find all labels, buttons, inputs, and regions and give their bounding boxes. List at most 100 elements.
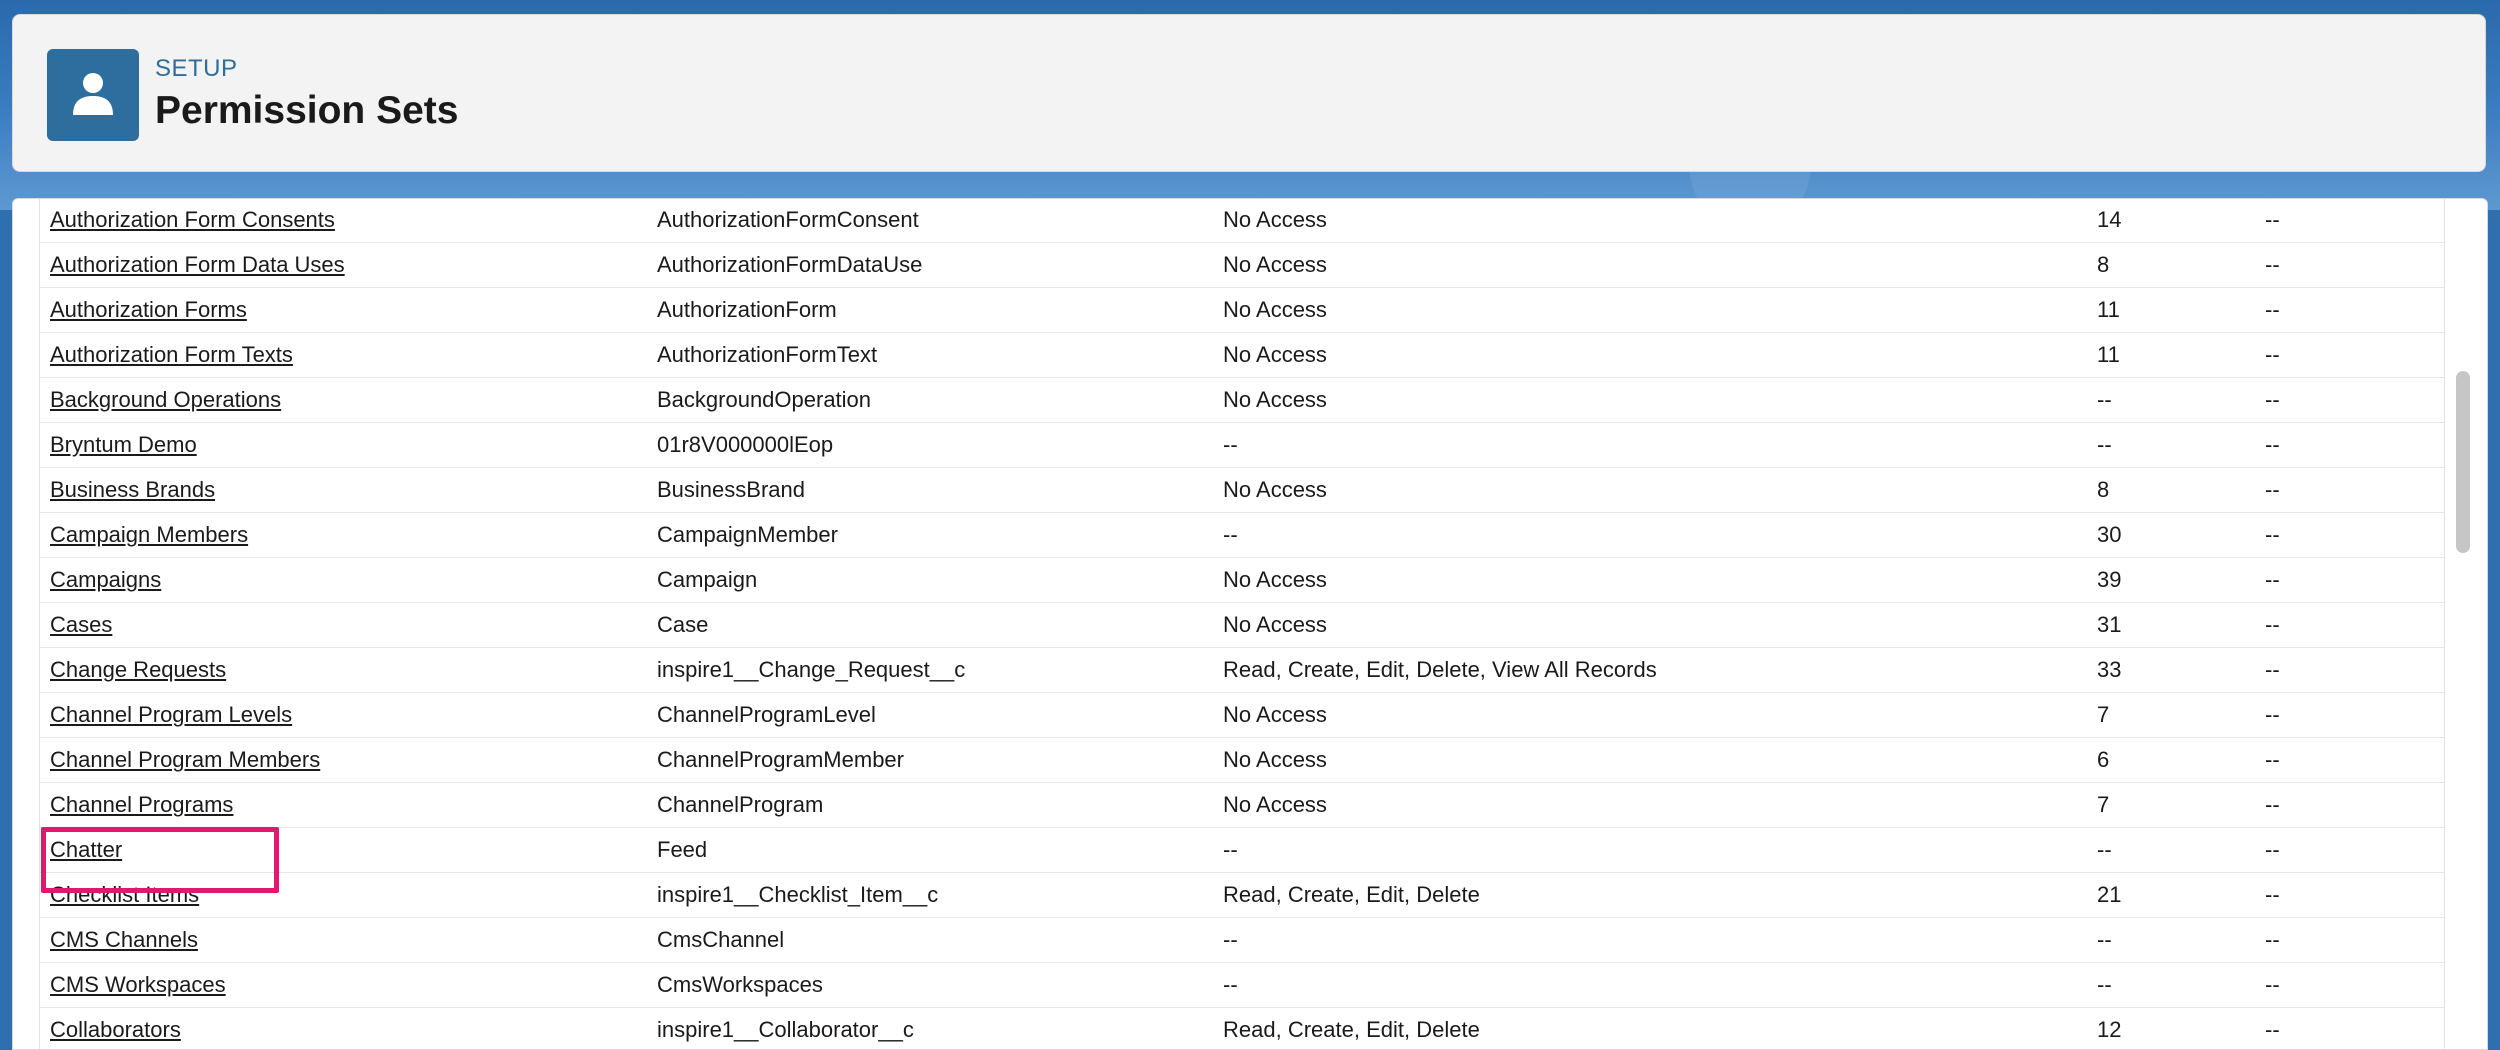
- object-name-link[interactable]: Campaigns: [50, 558, 161, 602]
- object-name-link[interactable]: Background Operations: [50, 378, 281, 422]
- api-name-cell: inspire1__Checklist_Item__c: [657, 882, 939, 907]
- user-icon: [47, 49, 139, 141]
- object-name-link[interactable]: Campaign Members: [50, 513, 248, 557]
- object-name-link[interactable]: Channel Program Levels: [50, 693, 292, 737]
- object-name-link[interactable]: Authorization Form Consents: [50, 199, 335, 242]
- table-row: Campaigns Campaign No Access 39 --: [40, 558, 2444, 603]
- table-row: CMS Channels CmsChannel -- -- --: [40, 918, 2444, 963]
- object-name-link[interactable]: Channel Program Members: [50, 738, 320, 782]
- object-name-link[interactable]: Bryntum Demo: [50, 423, 197, 467]
- table-row: Authorization Forms AuthorizationForm No A…: [40, 288, 2444, 333]
- api-name-cell: AuthorizationForm: [657, 297, 837, 322]
- object-permissions-cell: Read, Create, Edit, Delete: [1223, 1017, 1480, 1042]
- table-row: Change Requests inspire1__Change_Request_…: [40, 648, 2444, 693]
- record-type-cell: --: [2265, 1017, 2280, 1042]
- object-settings-panel: Authorization Form Consents Authorization…: [12, 198, 2488, 1050]
- field-count-cell: --: [2097, 387, 2112, 412]
- api-name-cell: AuthorizationFormDataUse: [657, 252, 923, 277]
- object-name-link[interactable]: Business Brands: [50, 468, 215, 512]
- table-row: Campaign Members CampaignMember -- 30 --: [40, 513, 2444, 558]
- field-count-cell: 21: [2097, 882, 2122, 907]
- api-name-cell: BackgroundOperation: [657, 387, 872, 412]
- field-count-cell: 7: [2097, 792, 2110, 817]
- table-row: Collaborators inspire1__Collaborator__c Re…: [40, 1008, 2444, 1049]
- record-type-cell: --: [2265, 792, 2280, 817]
- field-count-cell: 11: [2097, 297, 2120, 322]
- object-permissions-cell: No Access: [1223, 342, 1327, 367]
- record-type-cell: --: [2265, 477, 2280, 502]
- field-count-cell: 30: [2097, 522, 2122, 547]
- table-row: Bryntum Demo 01r8V000000lEop -- -- --: [40, 423, 2444, 468]
- api-name-cell: CampaignMember: [657, 522, 838, 547]
- vertical-scrollbar[interactable]: [2453, 199, 2477, 1049]
- api-name-cell: CmsWorkspaces: [657, 972, 823, 997]
- record-type-cell: --: [2265, 837, 2280, 862]
- object-permissions-cell: No Access: [1223, 792, 1327, 817]
- record-type-cell: --: [2265, 882, 2280, 907]
- object-name-link[interactable]: Authorization Form Data Uses: [50, 243, 345, 287]
- api-name-cell: inspire1__Change_Request__c: [657, 657, 966, 682]
- api-name-cell: CmsChannel: [657, 927, 785, 952]
- table-row: Authorization Form Data Uses Authorizatio…: [40, 243, 2444, 288]
- field-count-cell: 39: [2097, 567, 2122, 592]
- object-name-link[interactable]: Collaborators: [50, 1008, 181, 1049]
- api-name-cell: AuthorizationFormConsent: [657, 207, 919, 232]
- field-count-cell: 8: [2097, 252, 2110, 277]
- object-permissions-cell: No Access: [1223, 747, 1327, 772]
- field-count-cell: 33: [2097, 657, 2122, 682]
- record-type-cell: --: [2265, 432, 2280, 457]
- table-row: Channel Program Levels ChannelProgramLeve…: [40, 693, 2444, 738]
- object-permissions-cell: Read, Create, Edit, Delete: [1223, 882, 1480, 907]
- object-permissions-cell: No Access: [1223, 387, 1327, 412]
- api-name-cell: inspire1__Collaborator__c: [657, 1017, 914, 1042]
- object-name-link[interactable]: Change Requests: [50, 648, 226, 692]
- object-permissions-cell: No Access: [1223, 252, 1327, 277]
- field-count-cell: 7: [2097, 702, 2110, 727]
- object-name-link[interactable]: Cases: [50, 603, 112, 647]
- table-row: Chatter Feed -- -- --: [40, 828, 2444, 873]
- field-count-cell: 14: [2097, 207, 2122, 232]
- object-permissions-cell: No Access: [1223, 567, 1327, 592]
- field-count-cell: --: [2097, 432, 2112, 457]
- table-row: Channel Programs ChannelProgram No Access 7…: [40, 783, 2444, 828]
- field-count-cell: 11: [2097, 342, 2120, 367]
- scrollbar-thumb[interactable]: [2456, 371, 2470, 553]
- field-count-cell: --: [2097, 972, 2112, 997]
- api-name-cell: AuthorizationFormText: [657, 342, 878, 367]
- field-count-cell: 12: [2097, 1017, 2122, 1042]
- record-type-cell: --: [2265, 207, 2280, 232]
- table-row: CMS Workspaces CmsWorkspaces -- -- --: [40, 963, 2444, 1008]
- object-permissions-cell: No Access: [1223, 702, 1327, 727]
- object-permissions-cell: Read, Create, Edit, Delete, View All Rec…: [1223, 657, 1657, 682]
- object-permissions-cell: No Access: [1223, 612, 1327, 637]
- table-row: Cases Case No Access 31 --: [40, 603, 2444, 648]
- record-type-cell: --: [2265, 567, 2280, 592]
- record-type-cell: --: [2265, 747, 2280, 772]
- record-type-cell: --: [2265, 657, 2280, 682]
- object-name-link[interactable]: Checklist Items: [50, 873, 199, 917]
- field-count-cell: 6: [2097, 747, 2110, 772]
- table-row: Channel Program Members ChannelProgramMem…: [40, 738, 2444, 783]
- record-type-cell: --: [2265, 927, 2280, 952]
- object-permissions-cell: No Access: [1223, 297, 1327, 322]
- object-permissions-cell: --: [1223, 927, 1238, 952]
- setup-label: SETUP: [155, 55, 238, 82]
- object-name-link[interactable]: CMS Channels: [50, 918, 198, 962]
- page-title: Permission Sets: [155, 89, 459, 132]
- object-name-link[interactable]: Authorization Form Texts: [50, 333, 293, 377]
- object-name-link[interactable]: Chatter: [50, 828, 122, 872]
- field-count-cell: --: [2097, 927, 2112, 952]
- object-name-link[interactable]: CMS Workspaces: [50, 963, 226, 1007]
- record-type-cell: --: [2265, 342, 2280, 367]
- record-type-cell: --: [2265, 387, 2280, 412]
- record-type-cell: --: [2265, 702, 2280, 727]
- api-name-cell: ChannelProgram: [657, 792, 824, 817]
- object-permissions-cell: No Access: [1223, 207, 1327, 232]
- api-name-cell: Feed: [657, 837, 708, 862]
- object-name-link[interactable]: Authorization Forms: [50, 288, 247, 332]
- object-name-link[interactable]: Channel Programs: [50, 783, 233, 827]
- api-name-cell: 01r8V000000lEop: [657, 432, 834, 457]
- record-type-cell: --: [2265, 612, 2280, 637]
- record-type-cell: --: [2265, 297, 2280, 322]
- api-name-cell: Campaign: [657, 567, 758, 592]
